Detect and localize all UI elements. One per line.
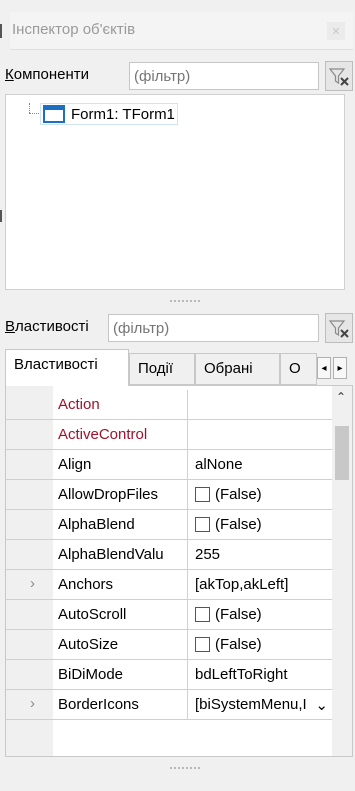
property-row[interactable]: AutoScroll (False) (6, 600, 334, 630)
property-value[interactable]: (False) (189, 480, 334, 509)
tree-item-form1[interactable]: Form1: TForm1 (40, 103, 178, 125)
property-value[interactable]: (False) (189, 630, 334, 659)
property-row[interactable]: › BorderIcons [biSystemMenu,I ⌄ (6, 690, 334, 720)
property-checkbox[interactable] (195, 607, 210, 622)
property-value[interactable]: alNone (189, 450, 334, 479)
property-value[interactable]: 255 (189, 540, 334, 569)
tree-item-label: Form1: TForm1 (71, 105, 175, 123)
form-icon (43, 105, 65, 123)
properties-label: Властивості (5, 318, 89, 335)
property-name: AlphaBlendValu (54, 540, 188, 569)
edge-marker (0, 210, 2, 222)
property-name: AutoSize (54, 630, 188, 659)
properties-filter-clear-button[interactable] (325, 313, 353, 343)
chevron-down-icon[interactable]: ⌄ (315, 696, 328, 714)
property-row[interactable]: AutoSize (False) (6, 630, 334, 660)
chevron-right-icon[interactable]: › (30, 695, 35, 712)
filter-clear-icon (328, 68, 349, 86)
property-checkbox[interactable] (195, 637, 210, 652)
properties-filter-row: Властивості (5, 312, 353, 344)
property-checkbox[interactable] (195, 517, 210, 532)
property-value-text: [biSystemMenu,I (195, 696, 307, 713)
property-name: AllowDropFiles (54, 480, 188, 509)
components-filter-input[interactable] (129, 62, 319, 90)
property-name: Action (54, 390, 188, 419)
property-value-text: (False) (215, 606, 262, 623)
component-tree[interactable]: Form1: TForm1 (5, 94, 345, 290)
title-bar: Інспектор об'єктів ✕ (10, 12, 353, 50)
property-name: Anchors (54, 570, 188, 599)
panel-splitter[interactable] (170, 300, 200, 302)
bottom-splitter[interactable] (170, 767, 200, 769)
components-label: Компоненти (5, 66, 90, 83)
property-value[interactable]: [akTop,akLeft] (189, 570, 334, 599)
chevron-right-icon[interactable]: › (30, 575, 35, 592)
tab-events[interactable]: Події (129, 353, 195, 385)
tab-scroll-right-icon[interactable]: ▸ (333, 357, 347, 379)
property-name: BiDiMode (54, 660, 188, 689)
property-value[interactable]: (False) (189, 600, 334, 629)
property-checkbox[interactable] (195, 487, 210, 502)
edge-marker (0, 24, 2, 38)
property-value-text: 255 (195, 546, 221, 563)
property-tabs: Властивості Події Обрані О ◂ ▸ (5, 349, 353, 386)
property-row[interactable]: AlphaBlendValu 255 (6, 540, 334, 570)
property-name: AutoScroll (54, 600, 188, 629)
property-value-text: (False) (215, 636, 262, 653)
property-value-text: bdLeftToRight (195, 666, 288, 683)
scrollbar-thumb[interactable] (335, 426, 349, 480)
property-value-text: (False) (215, 516, 262, 533)
property-value[interactable] (189, 420, 334, 449)
property-row[interactable]: BiDiMode bdLeftToRight (6, 660, 334, 690)
tab-other[interactable]: О (280, 353, 317, 385)
property-value[interactable]: [biSystemMenu,I ⌄ (189, 690, 334, 719)
window-title: Інспектор об'єктів (12, 21, 136, 38)
property-value[interactable]: bdLeftToRight (189, 660, 334, 689)
property-value[interactable] (189, 390, 334, 419)
properties-filter-input[interactable] (108, 314, 319, 342)
tab-favorites[interactable]: Обрані (195, 353, 280, 385)
tree-connector (29, 103, 30, 113)
property-row[interactable]: AllowDropFiles (False) (6, 480, 334, 510)
property-name: Align (54, 450, 188, 479)
filter-clear-icon (328, 320, 349, 338)
property-row[interactable]: AlphaBlend (False) (6, 510, 334, 540)
property-name: ActiveControl (54, 420, 188, 449)
components-filter-row: Компоненти (5, 60, 353, 92)
components-filter-clear-button[interactable] (325, 61, 353, 91)
vertical-scrollbar[interactable]: ⌃ (332, 386, 352, 756)
property-value[interactable]: (False) (189, 510, 334, 539)
property-row[interactable]: Action (6, 390, 334, 420)
object-inspector: Інспектор об'єктів ✕ Компоненти Form1: T… (0, 0, 355, 791)
property-name: BorderIcons (54, 690, 188, 719)
property-row[interactable]: › Anchors [akTop,akLeft] (6, 570, 334, 600)
tab-scroll-left-icon[interactable]: ◂ (317, 357, 331, 379)
property-value-text: alNone (195, 456, 243, 473)
property-row[interactable]: ActiveControl (6, 420, 334, 450)
property-value-text: [akTop,akLeft] (195, 576, 289, 593)
property-name: AlphaBlend (54, 510, 188, 539)
property-value-text: (False) (215, 486, 262, 503)
chevron-up-icon[interactable]: ⌃ (336, 390, 346, 404)
property-grid: Action ActiveControl Align alNone AllowDropF… (5, 385, 353, 757)
tree-connector (29, 113, 39, 114)
tab-properties[interactable]: Властивості (5, 349, 129, 386)
close-icon[interactable]: ✕ (327, 22, 345, 40)
property-row[interactable]: Align alNone (6, 450, 334, 480)
